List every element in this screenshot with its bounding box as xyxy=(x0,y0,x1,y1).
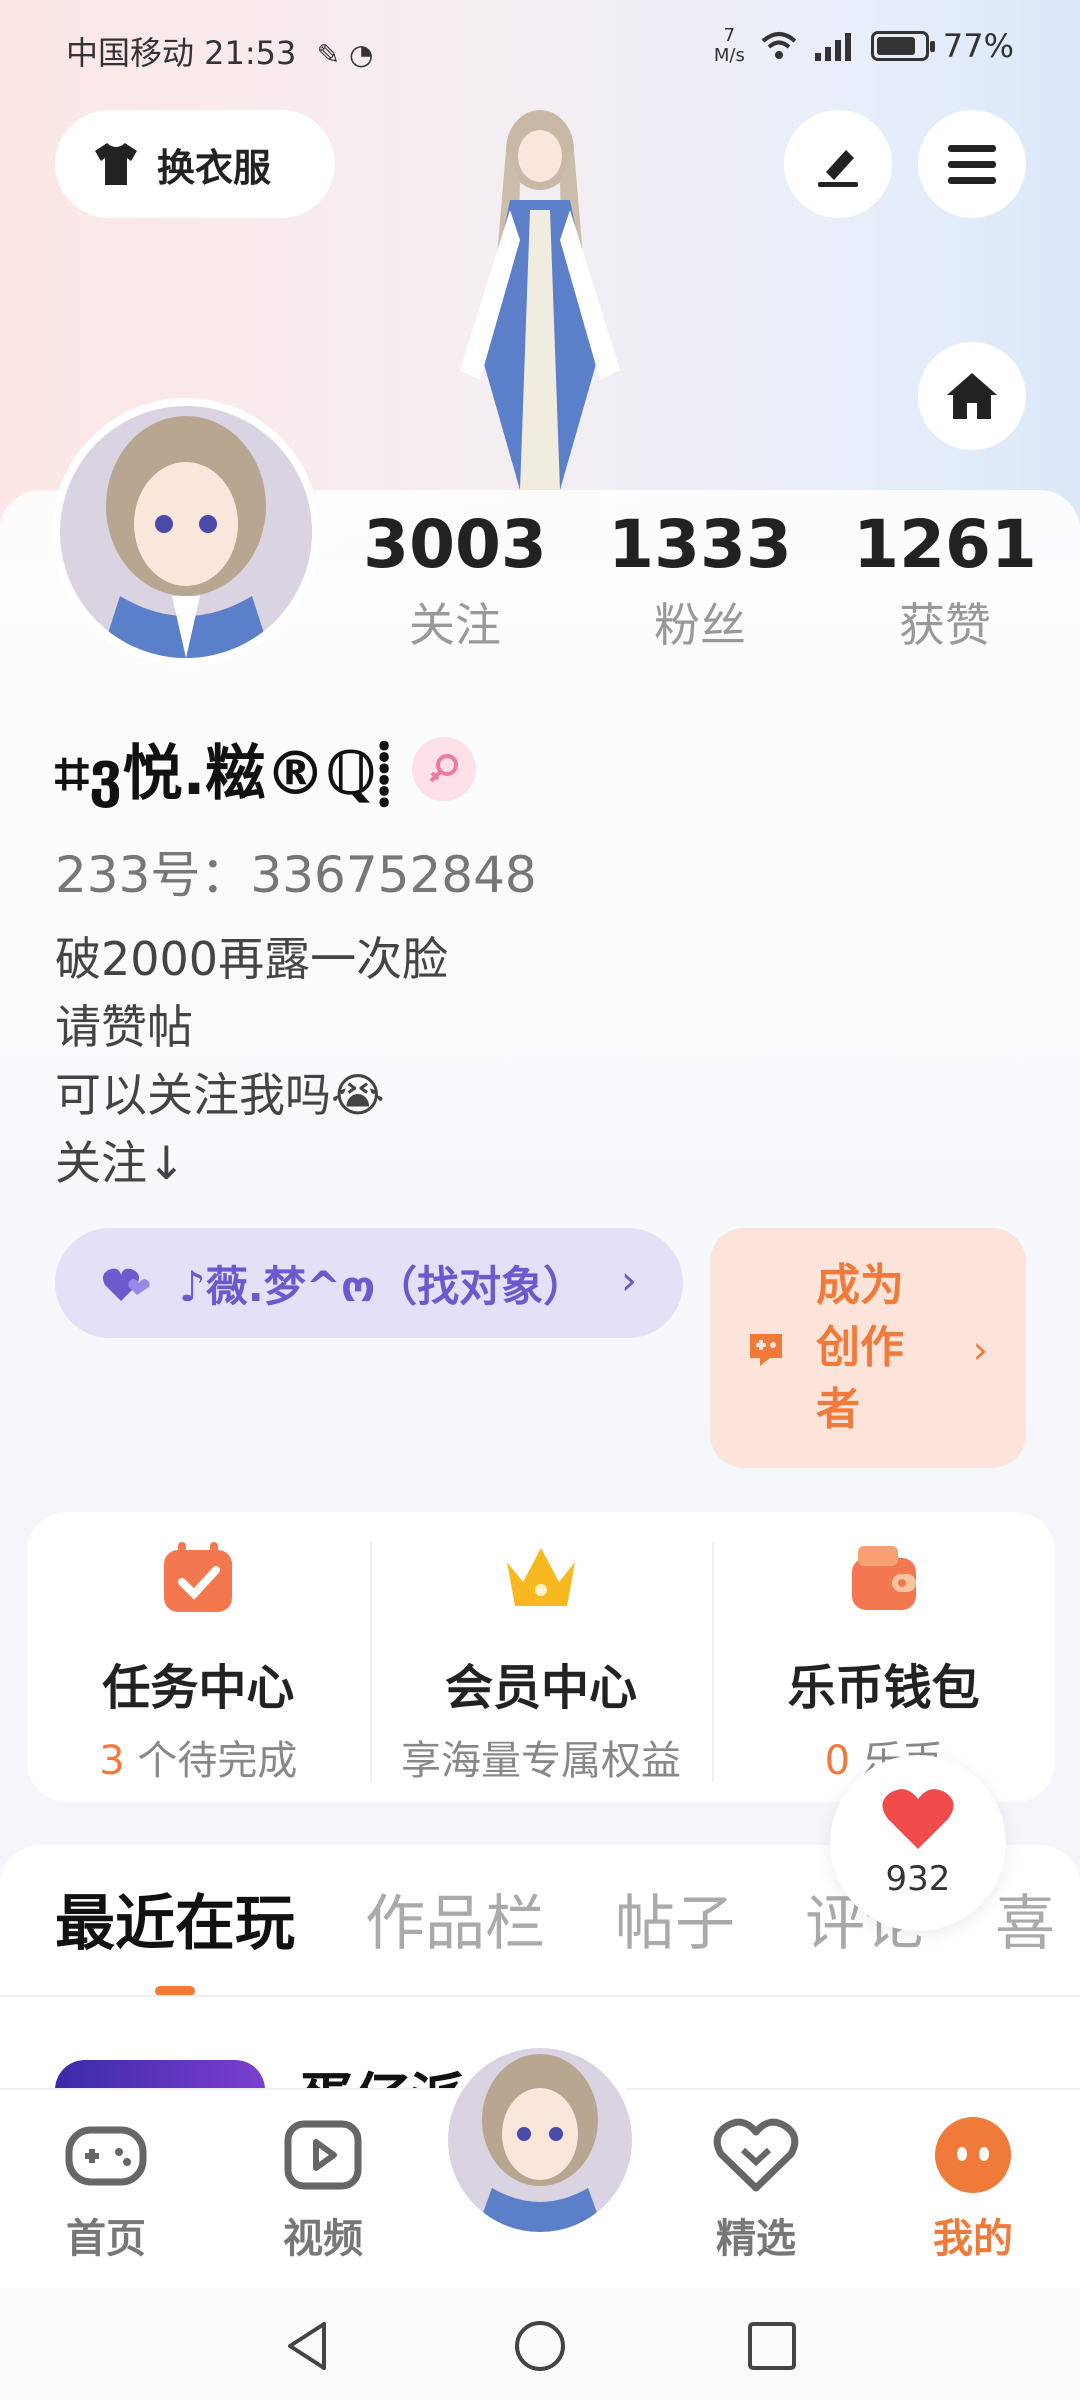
like-bubble[interactable]: 932 xyxy=(830,1755,1006,1931)
gamepad-icon xyxy=(65,2126,147,2186)
signal-icon xyxy=(814,33,851,61)
become-creator-button[interactable]: 成为创作者 › xyxy=(710,1228,1026,1468)
tab-recent-play[interactable]: 最近在玩 xyxy=(55,1875,295,1996)
avatar-figure[interactable] xyxy=(420,90,660,490)
wifi-icon xyxy=(761,32,797,59)
stat-fans-label: 粉丝 xyxy=(654,598,746,652)
status-icons: 7 M/s 77% xyxy=(714,26,1014,66)
status-bar: 中国移动 21:53 ✎ ◔ 7 M/s 77% xyxy=(0,0,1080,100)
battery-icon xyxy=(870,31,935,61)
shirt-icon xyxy=(95,143,137,185)
name-row: ⌗ვ悦.糍®ℚ⸽ xyxy=(55,725,476,812)
net-speed-value: 7 xyxy=(723,25,736,46)
heart-icon xyxy=(882,1789,954,1849)
recents-square-icon[interactable] xyxy=(744,2318,800,2374)
task-center-title: 任务中心 xyxy=(102,1660,295,1716)
stat-fans-count: 1333 xyxy=(608,506,792,583)
system-nav-bar xyxy=(0,2288,1080,2400)
double-heart-icon xyxy=(103,1268,150,1301)
carrier-time: 中国移动 21:53 ✎ ◔ xyxy=(66,28,373,74)
stat-likes-label: 获赞 xyxy=(899,598,991,652)
tab-divider xyxy=(0,1995,1080,1997)
stat-following[interactable]: 3003 关注 xyxy=(345,505,565,655)
calendar-check-icon xyxy=(164,1542,233,1612)
nav-featured-label: 精选 xyxy=(716,2216,796,2262)
creator-game-icon xyxy=(750,1334,782,1366)
net-speed: 7 M/s xyxy=(714,26,745,66)
partner-group-pill[interactable]: ♪薇.梦^ო（找对象） › xyxy=(55,1228,683,1338)
nav-mine-label: 我的 xyxy=(933,2216,1013,2262)
stat-fans[interactable]: 1333 粉丝 xyxy=(590,505,810,655)
bio-line: 可以关注我吗😭 xyxy=(55,1068,385,1122)
task-center-sub: 3 个待完成 xyxy=(27,1728,370,1786)
nav-home-label: 首页 xyxy=(66,2216,146,2262)
coin-count: 0 xyxy=(824,1738,851,1784)
coin-wallet-card[interactable]: 乐币钱包 0 乐币 xyxy=(712,1512,1055,1802)
like-count: 932 xyxy=(885,1859,951,1899)
battery-percent: 77% xyxy=(942,27,1014,65)
hamburger-menu-icon xyxy=(948,145,996,184)
bio-line: 破2000再露一次脸 xyxy=(55,932,449,986)
stat-following-count: 3003 xyxy=(363,506,547,583)
stat-following-label: 关注 xyxy=(409,598,501,652)
change-outfit-button[interactable]: 换衣服 xyxy=(55,110,335,218)
heart-chat-icon xyxy=(713,2118,799,2192)
profile-face-icon xyxy=(935,2117,1011,2193)
crown-icon xyxy=(507,1548,575,1606)
net-speed-unit: M/s xyxy=(713,45,745,66)
partner-group-label: ♪薇.梦^ო（找对象） xyxy=(179,1261,586,1311)
nav-featured[interactable]: 精选 xyxy=(681,2110,831,2264)
chevron-right-icon: › xyxy=(621,1258,637,1304)
nav-video[interactable]: 视频 xyxy=(248,2110,398,2264)
home-circle-icon[interactable] xyxy=(512,2318,568,2374)
bio-line: 请赞帖 xyxy=(55,1000,193,1054)
nav-mine[interactable]: 我的 xyxy=(898,2110,1048,2264)
back-icon[interactable] xyxy=(280,2318,336,2374)
tab-works[interactable]: 作品栏 xyxy=(365,1875,545,1962)
edit-button[interactable] xyxy=(784,110,892,218)
member-benefit-text: 享海量专属权益 xyxy=(401,1738,681,1784)
notification-icons: ✎ ◔ xyxy=(316,38,374,71)
member-center-sub: 享海量专属权益 xyxy=(370,1728,713,1786)
carrier-time-text: 中国移动 21:53 xyxy=(66,34,297,72)
center-avatar-button[interactable] xyxy=(440,2040,640,2240)
female-gender-icon xyxy=(411,736,476,801)
task-center-card[interactable]: 任务中心 3 个待完成 xyxy=(27,1512,370,1802)
avatar-portrait-icon xyxy=(60,406,312,658)
menu-button[interactable] xyxy=(918,110,1026,218)
stat-likes[interactable]: 1261 获赞 xyxy=(835,505,1055,655)
video-icon xyxy=(284,2120,362,2190)
become-creator-label: 成为创作者 xyxy=(816,1260,904,1435)
bio-line: 关注↓ xyxy=(55,1136,186,1190)
bio: 破2000再露一次脸 请赞帖 可以关注我吗😭 关注↓ xyxy=(55,925,448,1197)
pen-icon xyxy=(818,150,858,187)
coin-wallet-title: 乐币钱包 xyxy=(787,1660,980,1716)
member-center-card[interactable]: 会员中心 享海量专属权益 xyxy=(369,1512,713,1802)
profile-avatar[interactable] xyxy=(52,398,320,666)
member-center-title: 会员中心 xyxy=(445,1660,638,1716)
nav-video-label: 视频 xyxy=(283,2216,363,2262)
house-icon xyxy=(947,373,997,419)
task-pending-count: 3 xyxy=(99,1738,125,1784)
username: ⌗ვ悦.糍®ℚ⸽ xyxy=(55,739,392,809)
user-id[interactable]: 233号：336752848 xyxy=(55,835,537,907)
stat-likes-count: 1261 xyxy=(853,506,1037,583)
wallet-icon xyxy=(851,1546,916,1610)
task-pending-text: 个待完成 xyxy=(124,1738,298,1784)
chevron-right-icon: › xyxy=(972,1328,988,1372)
home-space-button[interactable] xyxy=(918,342,1026,450)
change-outfit-label: 换衣服 xyxy=(157,145,272,190)
avatar-portrait-icon xyxy=(448,2048,632,2232)
tab-posts[interactable]: 帖子 xyxy=(615,1875,735,1962)
nav-home[interactable]: 首页 xyxy=(31,2110,181,2264)
